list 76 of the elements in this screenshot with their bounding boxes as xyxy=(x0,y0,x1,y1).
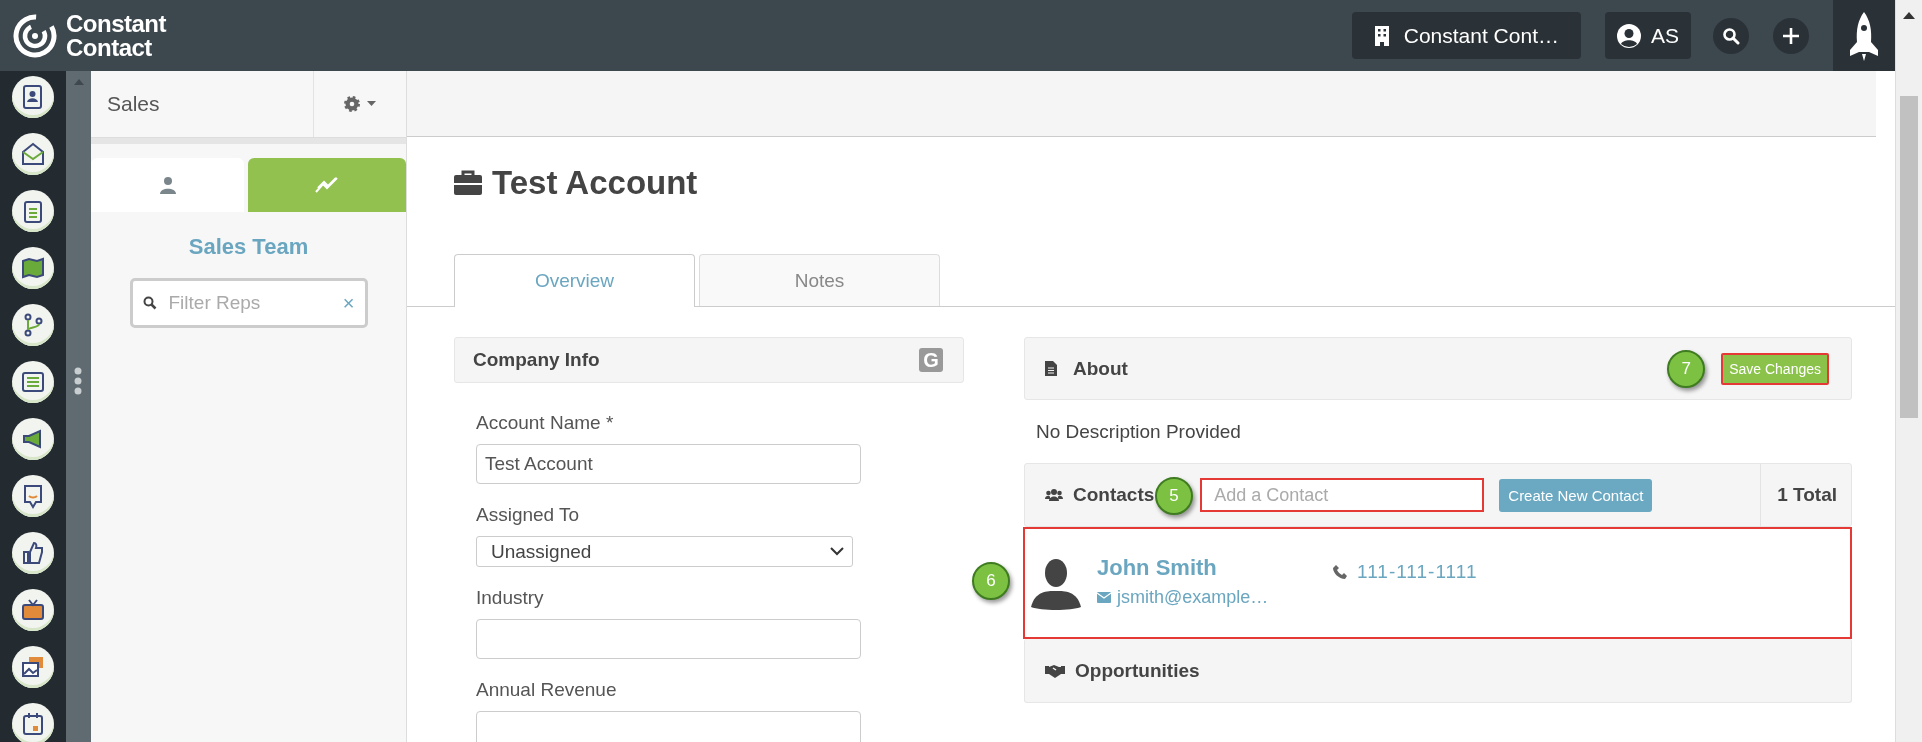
callout-number: 7 xyxy=(1667,349,1706,388)
app-button[interactable] xyxy=(12,247,54,289)
search-button[interactable] xyxy=(1713,17,1749,54)
field-label: Assigned To xyxy=(476,503,581,527)
app-button[interactable] xyxy=(12,76,54,118)
group-icon xyxy=(1045,488,1063,502)
filter-field[interactable]: Filter Reps × xyxy=(129,278,368,328)
app-button[interactable] xyxy=(12,589,54,631)
contact-email[interactable]: jsmith@example… xyxy=(1117,586,1269,608)
trend-chart-icon xyxy=(315,176,339,194)
tv-icon xyxy=(20,597,46,623)
person-icon xyxy=(158,176,177,194)
app-button[interactable] xyxy=(12,361,54,403)
app-button[interactable] xyxy=(12,304,54,346)
tab[interactable]: Overview xyxy=(454,254,695,307)
document-icon xyxy=(1045,361,1057,376)
text-field[interactable]: Test Account xyxy=(476,444,861,484)
brand-name: Constant xyxy=(66,11,166,36)
avatar-icon xyxy=(1617,23,1641,48)
search-icon xyxy=(142,296,157,310)
scroll-up-icon xyxy=(74,79,84,85)
tab[interactable]: Notes xyxy=(699,254,940,306)
field-label: Industry xyxy=(476,586,545,610)
app-button[interactable] xyxy=(12,646,54,688)
map-icon xyxy=(20,255,46,281)
field-label: Annual Revenue xyxy=(476,678,618,702)
phone-icon xyxy=(1333,565,1347,579)
contact-phone[interactable]: 111-111-1111 xyxy=(1357,561,1478,583)
team-heading: Sales Team xyxy=(188,234,309,260)
page-title: Test Account xyxy=(492,164,698,202)
clear-button[interactable]: × xyxy=(342,291,355,315)
section-title: Opportunities xyxy=(1075,659,1200,682)
brand-name: Contact xyxy=(66,35,153,60)
text-field[interactable] xyxy=(476,711,861,742)
app-button[interactable] xyxy=(12,133,54,175)
contact-count: 1 Total xyxy=(1760,464,1851,526)
chevron-down-icon xyxy=(830,547,844,556)
app-button[interactable] xyxy=(12,190,54,232)
callout-number: 5 xyxy=(1155,477,1193,515)
plus-icon xyxy=(1781,25,1801,46)
thumbs-up-icon xyxy=(20,540,46,566)
list-icon xyxy=(20,369,46,395)
app-button[interactable] xyxy=(12,703,54,742)
account-button[interactable]: Constant Cont… xyxy=(1351,12,1581,59)
gear-icon xyxy=(343,95,377,113)
description-text: No Description Provided xyxy=(1035,419,1242,444)
app-button[interactable] xyxy=(12,532,54,574)
user-button[interactable]: AS xyxy=(1605,12,1691,59)
app-button[interactable] xyxy=(12,418,54,460)
briefcase-icon xyxy=(454,170,482,196)
callout-number: 6 xyxy=(972,562,1010,600)
building-icon xyxy=(1373,24,1390,47)
dropdown[interactable]: Unassigned xyxy=(476,536,853,567)
launch-button[interactable] xyxy=(1833,0,1895,71)
logo-icon xyxy=(12,12,58,59)
add-button[interactable] xyxy=(1773,17,1809,54)
section-title: About xyxy=(1073,357,1128,380)
drag-handle-icon xyxy=(74,367,82,395)
scroll-up-icon xyxy=(1903,12,1915,19)
app-button[interactable] xyxy=(12,475,54,517)
save-button[interactable]: Save Changes xyxy=(1721,352,1829,385)
search-icon xyxy=(1722,26,1740,45)
text-field[interactable] xyxy=(476,619,861,659)
handshake-icon xyxy=(1045,663,1065,678)
add-contact-field[interactable]: Add a Contact xyxy=(1200,478,1485,512)
google-button[interactable]: G xyxy=(919,348,943,372)
envelope-icon xyxy=(20,141,46,167)
section-title: Company Info xyxy=(473,349,600,371)
create-contact-button[interactable]: Create New Contact xyxy=(1499,478,1653,512)
contact-name[interactable]: John Smith xyxy=(1097,554,1333,581)
images-icon xyxy=(20,654,46,680)
section-title: Contacts xyxy=(1073,484,1155,506)
calendar-icon xyxy=(20,711,46,737)
field-label: Account Name * xyxy=(476,411,615,435)
envelope-icon xyxy=(1097,591,1111,603)
panel-title: Sales xyxy=(106,91,161,117)
